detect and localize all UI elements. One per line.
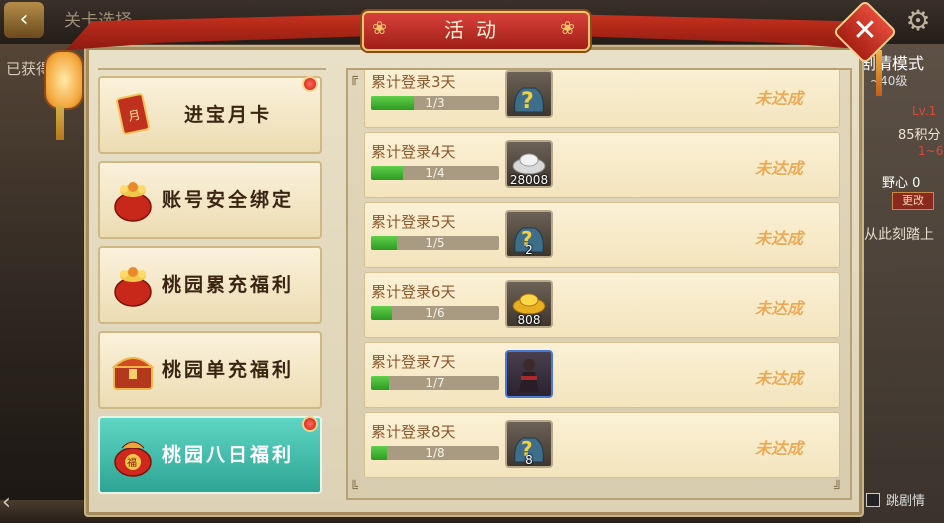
month-card-icon: 月 <box>116 93 150 135</box>
status-badge: 未达成 <box>755 89 804 108</box>
row-title: 累计登录3天 <box>371 73 456 91</box>
skip-story-label: 跳剧情 <box>886 494 926 509</box>
tab-label: 桃园八日福利 <box>162 444 295 466</box>
row-title: 累计登录7天 <box>371 353 456 371</box>
chevron-left-icon[interactable]: ‹ <box>2 490 11 515</box>
tassel-icon <box>876 50 882 96</box>
range-text: 1~6 <box>918 144 944 158</box>
gear-icon[interactable]: ⚙ <box>903 6 933 36</box>
progress-text: 1/8 <box>425 446 445 460</box>
item-quantity: 28008 <box>509 173 549 187</box>
tassel-icon <box>56 106 64 140</box>
tab-cumulative-recharge[interactable]: 桃园累充福利 <box>98 246 322 324</box>
scroll-ornament-icon: ❀ <box>372 18 388 39</box>
tab-eight-day[interactable]: 福 桃园八日福利 <box>98 416 322 494</box>
corner-ornament-icon: ╝ <box>834 481 842 496</box>
notification-dot <box>302 76 318 92</box>
corner-ornament-icon: ╔ <box>350 71 358 86</box>
list-item: 累计登录5天 1/5 ? 2 未达成 <box>364 202 840 268</box>
reward-item[interactable]: 28008 <box>505 140 553 188</box>
item-quantity: 808 <box>517 313 541 327</box>
status-badge: 未达成 <box>755 229 804 248</box>
list-item: 累计登录3天 1/3 ? 未达成 <box>364 70 840 128</box>
list-item: 累计登录6天 1/6 808 未达成 <box>364 272 840 338</box>
progress-text: 1/4 <box>425 166 445 180</box>
item-quantity: 2 <box>525 243 533 257</box>
status-badge: 未达成 <box>755 299 804 318</box>
status-badge: 未达成 <box>755 369 804 388</box>
tab-label: 账号安全绑定 <box>162 189 295 211</box>
row-title: 累计登录5天 <box>371 213 456 231</box>
status-badge: 未达成 <box>755 439 804 458</box>
treasure-chest-icon <box>111 357 155 390</box>
progress-text: 1/7 <box>425 376 445 390</box>
score-text: 85积分 <box>898 128 941 143</box>
progress-text: 1/6 <box>425 306 445 320</box>
tab-label: 桃园累充福利 <box>162 274 295 296</box>
lucky-bag-icon <box>114 182 152 222</box>
close-icon[interactable]: ✕ <box>842 9 888 55</box>
svg-text:福: 福 <box>127 456 137 469</box>
row-title: 累计登录6天 <box>371 283 456 301</box>
reward-list[interactable]: ╔ ╗ ╚ ╝ 累计登录3天 1/3 ? 未达成 累计登录4天 1/4 2800… <box>346 68 852 500</box>
back-button[interactable]: ‹ <box>4 2 44 38</box>
lantern-icon <box>44 50 84 110</box>
corner-ornament-icon: ╚ <box>350 481 358 496</box>
row-title: 累计登录4天 <box>371 143 456 161</box>
row-title: 累计登录8天 <box>371 423 456 441</box>
fortune-bag-icon: 福 <box>114 441 152 477</box>
list-item: 累计登录4天 1/4 28008 未达成 <box>364 132 840 198</box>
reward-item[interactable]: ? 8 <box>505 420 553 468</box>
tabs-divider <box>98 68 326 70</box>
item-quantity: 8 <box>525 453 533 467</box>
notification-dot <box>302 416 318 432</box>
change-button[interactable]: 更改 <box>892 192 934 210</box>
tab-month-card[interactable]: 月 进宝月卡 <box>98 76 322 154</box>
tab-single-recharge[interactable]: 桃园单充福利 <box>98 331 322 409</box>
level-text: Lv.1 <box>912 104 937 118</box>
skip-story-checkbox[interactable]: 跳剧情 <box>866 490 925 509</box>
tab-label: 进宝月卡 <box>184 104 273 126</box>
scroll-ornament-icon: ❀ <box>560 18 576 39</box>
lucky-bag-icon <box>114 267 152 307</box>
tab-account-binding[interactable]: 账号安全绑定 <box>98 161 322 239</box>
mystery-bag-icon: ? <box>514 87 544 114</box>
list-item: 累计登录8天 1/8 ? 8 未达成 <box>364 412 840 478</box>
reward-item[interactable]: 808 <box>505 280 553 328</box>
checkbox-icon[interactable] <box>866 493 880 507</box>
svg-text:?: ? <box>521 89 534 114</box>
general-portrait-icon <box>519 359 539 392</box>
reward-item[interactable] <box>505 350 553 398</box>
status-badge: 未达成 <box>755 159 804 178</box>
reward-item[interactable]: ? 2 <box>505 210 553 258</box>
list-item: 累计登录7天 1/7 未达成 <box>364 342 840 408</box>
tab-label: 桃园单充福利 <box>162 359 295 381</box>
progress-text: 1/5 <box>425 236 445 250</box>
story-text: 从此刻踏上 <box>864 227 934 243</box>
progress-text: 1/3 <box>425 96 445 110</box>
reward-item[interactable]: ? <box>505 70 553 118</box>
ambition-text: 野心 0 <box>882 176 921 191</box>
dialog-title: 活动 <box>362 11 590 51</box>
